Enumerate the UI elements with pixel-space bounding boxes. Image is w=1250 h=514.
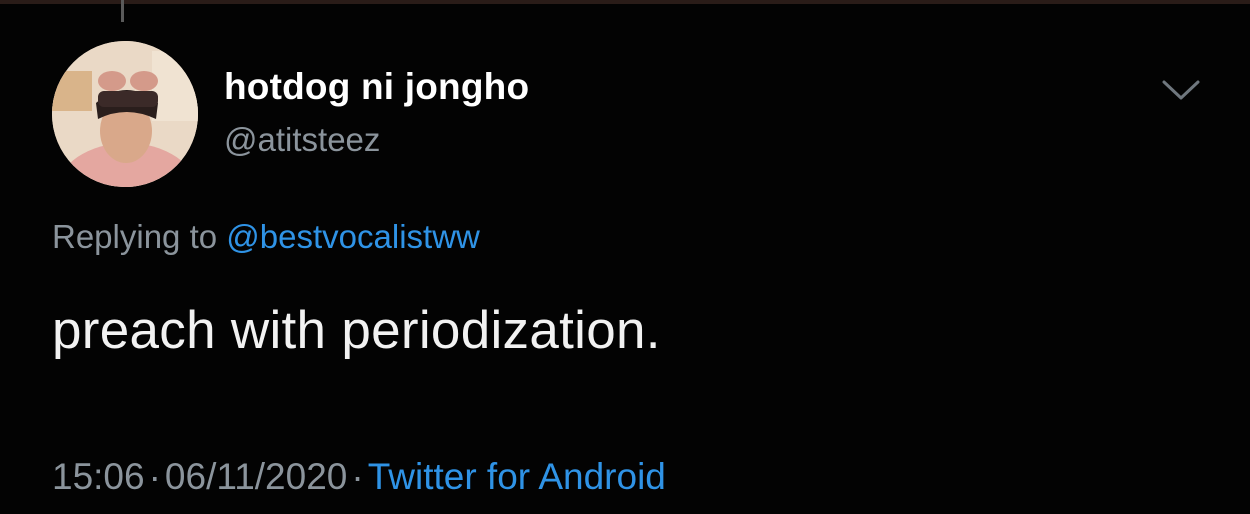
user-handle[interactable]: @atitsteez	[224, 121, 380, 159]
meta-separator: ·	[148, 456, 161, 497]
meta-separator: ·	[351, 456, 364, 497]
user-display-name[interactable]: hotdog ni jongho	[224, 66, 529, 108]
tweet-meta: 15:06 · 06/11/2020 · Twitter for Android	[52, 456, 666, 498]
avatar-photo-icon	[52, 41, 198, 187]
tweet-card: hotdog ni jongho @atitsteez Replying to …	[0, 0, 1250, 514]
tweet-text: preach with periodization.	[52, 301, 661, 360]
replying-to-line: Replying to @bestvocalistww	[52, 218, 480, 256]
chevron-down-icon[interactable]	[1160, 74, 1202, 104]
thread-connector-line	[121, 0, 124, 22]
top-divider	[0, 0, 1250, 4]
user-avatar[interactable]	[52, 41, 198, 187]
tweet-date: 06/11/2020	[164, 456, 348, 497]
tweet-time: 15:06	[52, 456, 145, 497]
replying-to-label: Replying to	[52, 218, 218, 255]
reply-mention-link[interactable]: @bestvocalistww	[226, 218, 480, 255]
tweet-source-link[interactable]: Twitter for Android	[368, 456, 666, 497]
